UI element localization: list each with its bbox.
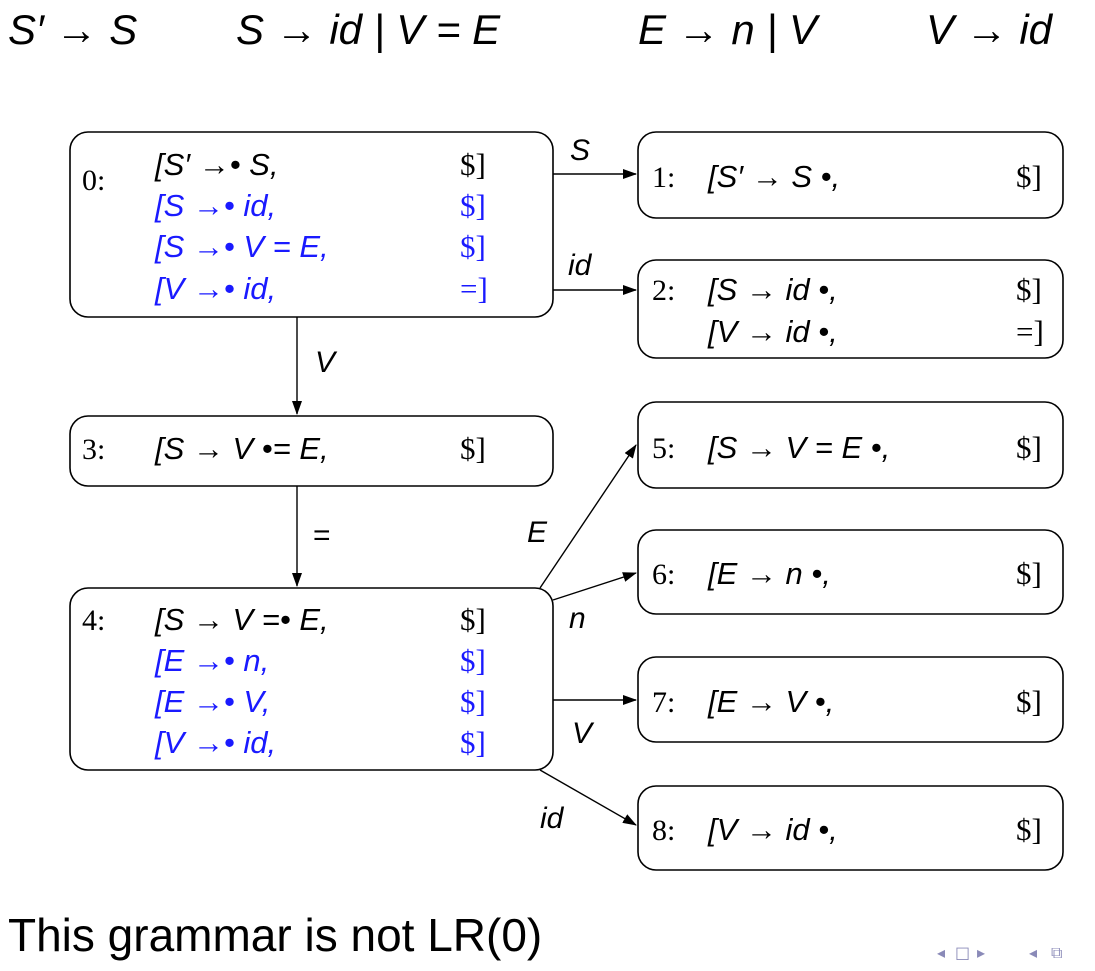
state-2-item-1: [V → id •, [707, 314, 838, 349]
slide-navigation: ◂ □ ▸ ◂ ⧉ [937, 943, 1087, 965]
state-0-la-3: =] [460, 271, 488, 306]
state-0-item-2: [S →• V = E, [154, 229, 329, 264]
state-box-2 [637, 259, 1064, 359]
state-4-item-2: [E →• V, [154, 684, 270, 719]
state-box-1 [637, 131, 1064, 219]
state-3-id: 3: [82, 433, 105, 466]
state-2-la-1: =] [1016, 314, 1044, 349]
edge-4-5 [539, 444, 637, 589]
edge-label-0-3: V [315, 346, 338, 379]
state-4-la-2: $] [460, 684, 486, 719]
state-4-item-0: [S → V =• E, [154, 602, 329, 637]
state-1-id: 1: [652, 161, 675, 194]
state-0-item-0: [S′ →• S, [154, 147, 278, 182]
state-2-id: 2: [652, 274, 675, 307]
state-5-id: 5: [652, 432, 675, 465]
state-box-8 [637, 785, 1064, 871]
state-0-la-0: $] [460, 147, 486, 182]
lr-automaton-diagram: S id V = E n V id 0: [S′ →• S, $] [S →• … [69, 131, 1064, 871]
state-6-id: 6: [652, 558, 675, 591]
edge-label-0-1: S [570, 134, 590, 167]
state-4-item-3: [V →• id, [154, 725, 276, 760]
nav-back-icon[interactable]: ◂ [1029, 943, 1037, 962]
state-box-7 [637, 656, 1064, 743]
state-4-la-0: $] [460, 602, 486, 637]
state-3-la-0: $] [460, 431, 486, 466]
state-8-item-0: [V → id •, [707, 812, 838, 847]
state-5-la-0: $] [1016, 430, 1042, 465]
state-7-id: 7: [652, 686, 675, 719]
state-5-item-0: [S → V = E •, [707, 430, 890, 465]
edge-label-4-6: n [569, 602, 586, 635]
state-8-id: 8: [652, 814, 675, 847]
edge-4-6 [552, 572, 637, 601]
frame-icon[interactable]: □ [955, 943, 970, 962]
state-0-la-1: $] [460, 188, 486, 223]
state-2-la-0: $] [1016, 272, 1042, 307]
state-0-item-1: [S →• id, [154, 188, 276, 223]
footer-statement: This grammar is not LR(0) [8, 909, 543, 961]
state-4-id: 4: [82, 604, 105, 637]
state-1-item-0: [S′ → S •, [707, 159, 840, 194]
state-6-item-0: [E → n •, [707, 556, 831, 591]
edge-label-4-5: E [527, 516, 548, 549]
state-2-item-0: [S → id •, [707, 272, 838, 307]
state-3-item-0: [S → V •= E, [154, 431, 329, 466]
edge-label-4-7: V [572, 717, 595, 750]
nav-search-icon[interactable]: ⧉ [1051, 943, 1062, 963]
state-0-id: 0: [82, 164, 105, 197]
state-6-la-0: $] [1016, 556, 1042, 591]
edge-label-3-4: = [313, 519, 331, 552]
state-0-la-2: $] [460, 229, 486, 264]
state-7-la-0: $] [1016, 684, 1042, 719]
state-4-la-3: $] [460, 725, 486, 760]
nav-prev-icon[interactable]: ◂ [937, 943, 945, 962]
nav-next-icon[interactable]: ▸ [977, 943, 985, 962]
edge-label-0-2: id [568, 249, 593, 282]
state-1-la-0: $] [1016, 159, 1042, 194]
state-4-item-1: [E →• n, [154, 643, 269, 678]
state-box-6 [637, 529, 1064, 615]
state-0-item-3: [V →• id, [154, 271, 276, 306]
state-4-la-1: $] [460, 643, 486, 678]
state-8-la-0: $] [1016, 812, 1042, 847]
edge-label-4-8: id [540, 802, 565, 835]
state-7-item-0: [E → V •, [707, 684, 834, 719]
